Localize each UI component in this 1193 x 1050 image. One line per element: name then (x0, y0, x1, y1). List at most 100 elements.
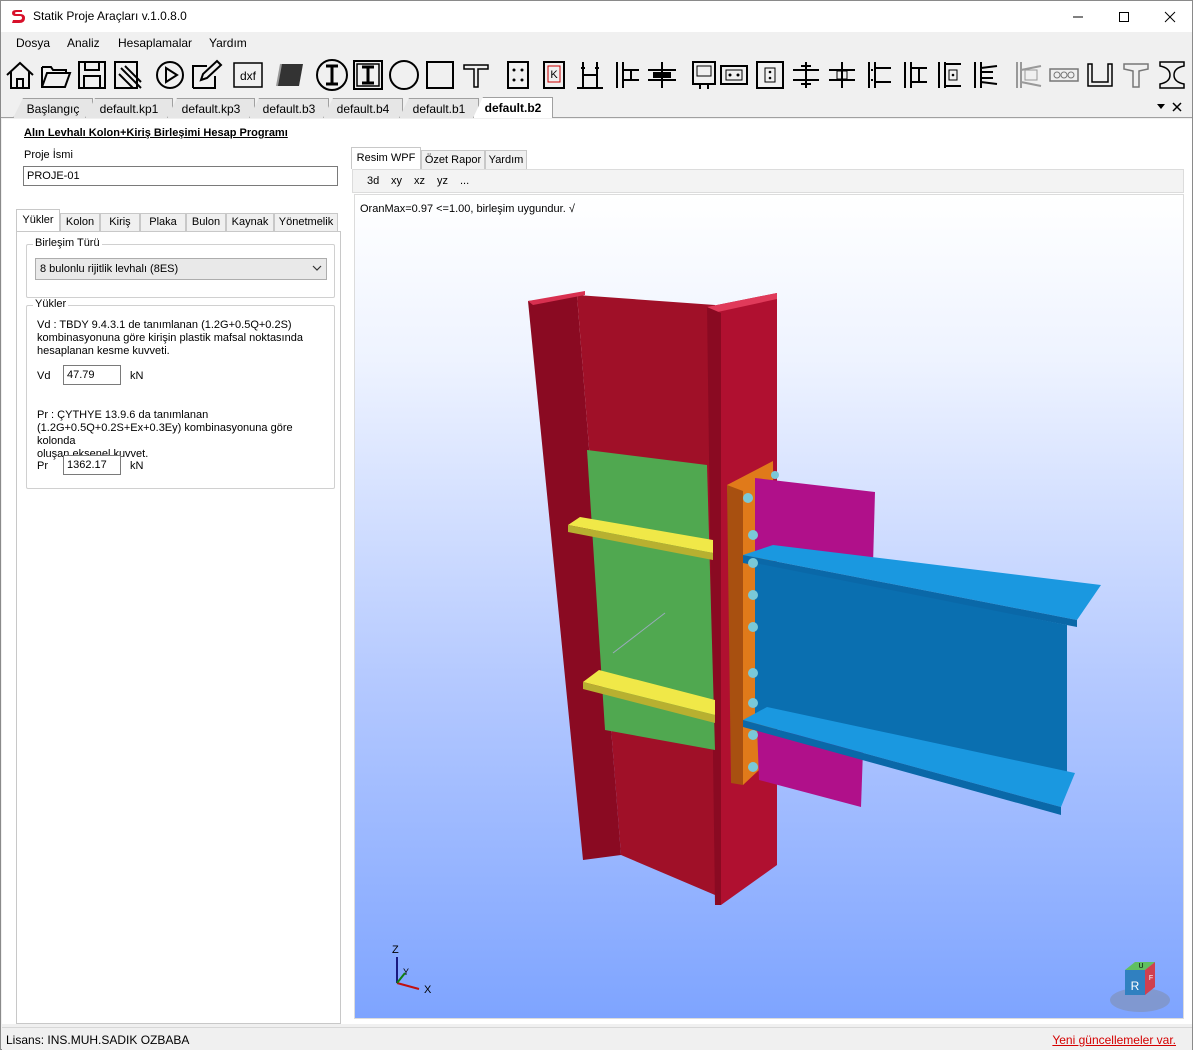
menu-dosya[interactable]: Dosya (16, 36, 50, 50)
pr-label: Pr (37, 460, 48, 472)
status-bar: Lisans: INS.MUH.SADIK OZBABA Yeni güncel… (2, 1027, 1192, 1050)
base-plate-icon[interactable] (501, 58, 535, 92)
plate-icon[interactable] (273, 58, 307, 92)
view-more-button[interactable]: ... (460, 175, 469, 187)
tee-icon[interactable] (1119, 58, 1153, 92)
pr-input[interactable]: 1362.17 (63, 455, 121, 475)
tab-yukler[interactable]: Yükler (16, 209, 60, 231)
svg-text:dxf: dxf (240, 69, 257, 83)
view-cube[interactable]: R U F (1110, 962, 1170, 1012)
svg-text:K: K (550, 69, 558, 81)
svg-text:Z: Z (392, 944, 399, 956)
connection-type-select[interactable]: 8 bulonlu rijitlik levhalı (8ES) (35, 258, 327, 280)
bolt-row-icon[interactable] (1047, 58, 1081, 92)
loads-legend: Yükler (33, 298, 69, 310)
menu-yardim[interactable]: Yardım (209, 36, 247, 50)
settings-tool-icon[interactable] (111, 58, 145, 92)
3d-viewport[interactable]: OranMax=0.97 <=1.00, birleşim uygundur. … (354, 194, 1184, 1019)
home-icon[interactable] (3, 58, 37, 92)
end-plate-icon[interactable] (753, 58, 787, 92)
tab-default-b1[interactable]: default.b1 (399, 98, 479, 118)
minimize-button[interactable] (1055, 1, 1101, 32)
i-section-round-icon[interactable] (315, 58, 349, 92)
tab-plaka[interactable]: Plaka (140, 213, 186, 231)
svg-text:Y: Y (403, 967, 409, 977)
tab-default-b4[interactable]: default.b4 (323, 98, 403, 118)
connection-type-group: Birleşim Türü 8 bulonlu rijitlik levhalı… (26, 237, 335, 298)
flange-plate-icon[interactable] (825, 58, 859, 92)
svg-text:R: R (1131, 979, 1140, 993)
license-text: Lisans: INS.MUH.SADIK OZBABA (6, 1033, 190, 1047)
pr-unit: kN (130, 460, 144, 472)
tab-baslangic[interactable]: Başlangıç (13, 98, 93, 118)
double-angle-icon[interactable] (933, 58, 967, 92)
dxf-icon[interactable]: dxf (231, 58, 265, 92)
main-content: Alın Levhalı Kolon+Kiriş Birleşimi Hesap… (2, 119, 1192, 1024)
k-plate-icon[interactable]: K (537, 58, 571, 92)
tab-default-kp1[interactable]: default.kp1 (85, 98, 173, 118)
tab-yardim[interactable]: Yardım (485, 150, 527, 169)
anchor-plate-icon[interactable] (687, 58, 721, 92)
connection-type-value: 8 bulonlu rijitlik levhalı (8ES) (40, 263, 179, 275)
t-section-icon[interactable] (459, 58, 493, 92)
view-xz-button[interactable]: xz (414, 175, 425, 187)
view-yz-button[interactable]: yz (437, 175, 448, 187)
tab-resim-wpf[interactable]: Resim WPF (351, 147, 421, 169)
tab-default-b2[interactable]: default.b2 (473, 97, 553, 118)
edit-icon[interactable] (189, 58, 223, 92)
shear-tab-icon[interactable] (789, 58, 823, 92)
menu-bar: Dosya Analiz Hesaplamalar Yardım (1, 32, 1192, 54)
toolbar: dxf K (1, 56, 1192, 94)
window-title: Statik Proje Araçları v.1.0.8.0 (33, 9, 187, 23)
tab-default-kp3[interactable]: default.kp3 (167, 98, 255, 118)
web-angle-icon[interactable] (969, 58, 1003, 92)
connection-type-legend: Birleşim Türü (33, 237, 102, 249)
tab-bulon[interactable]: Bulon (186, 213, 226, 231)
tab-kaynak[interactable]: Kaynak (226, 213, 274, 231)
pr-description: Pr : ÇYTHYE 13.9.6 da tanımlanan (1.2G+0… (37, 409, 293, 460)
tab-list-dropdown-icon[interactable] (1157, 104, 1165, 109)
vd-input[interactable]: 47.79 (63, 365, 121, 385)
app-window: Statik Proje Araçları v.1.0.8.0 Dosya An… (0, 0, 1193, 1050)
close-tab-icon[interactable] (1172, 102, 1182, 112)
project-name-input[interactable]: PROJE-01 (23, 166, 338, 186)
tab-kolon[interactable]: Kolon (60, 213, 100, 231)
close-button[interactable] (1147, 1, 1193, 32)
save-icon[interactable] (75, 58, 109, 92)
maximize-button[interactable] (1101, 1, 1147, 32)
moment-connection-icon[interactable] (861, 58, 895, 92)
svg-text:X: X (424, 984, 432, 996)
tab-ozet-rapor[interactable]: Özet Rapor (421, 150, 485, 169)
menu-analiz[interactable]: Analiz (67, 36, 100, 50)
svg-text:F: F (1149, 975, 1153, 982)
column-splice-icon[interactable] (609, 58, 643, 92)
column-stiffener-icon[interactable] (897, 58, 931, 92)
axis-triad: Z Y X (392, 944, 432, 996)
tab-kiris[interactable]: Kiriş (100, 213, 140, 231)
play-icon[interactable] (153, 58, 187, 92)
minimize-icon (1073, 16, 1083, 17)
form-title: Alın Levhalı Kolon+Kiriş Birleşimi Hesap… (24, 127, 288, 139)
view-xy-button[interactable]: xy (391, 175, 402, 187)
view-3d-button[interactable]: 3d (367, 175, 379, 187)
beam-splice-icon[interactable] (645, 58, 679, 92)
open-folder-icon[interactable] (39, 58, 73, 92)
menu-hesaplamalar[interactable]: Hesaplamalar (118, 36, 192, 50)
vd-label: Vd (37, 370, 51, 382)
app-logo-icon (12, 10, 25, 23)
seat-angle-icon[interactable] (1011, 58, 1045, 92)
update-link[interactable]: Yeni güncellemeler var. (1052, 1033, 1176, 1047)
document-tabs: Başlangıç default.kp1 default.kp3 defaul… (1, 96, 1192, 118)
bolted-plate-icon[interactable] (717, 58, 751, 92)
close-icon (1164, 11, 1176, 22)
tab-default-b3[interactable]: default.b3 (249, 98, 329, 118)
i-beam-icon[interactable] (1155, 58, 1189, 92)
beam-column-icon[interactable] (573, 58, 607, 92)
svg-text:U: U (1138, 963, 1143, 970)
circle-section-icon[interactable] (387, 58, 421, 92)
square-section-icon[interactable] (423, 58, 457, 92)
channel-icon[interactable] (1083, 58, 1117, 92)
tab-yonetmelik[interactable]: Yönetmelik (274, 213, 338, 231)
i-section-square-icon[interactable] (351, 58, 385, 92)
vd-unit: kN (130, 370, 144, 382)
